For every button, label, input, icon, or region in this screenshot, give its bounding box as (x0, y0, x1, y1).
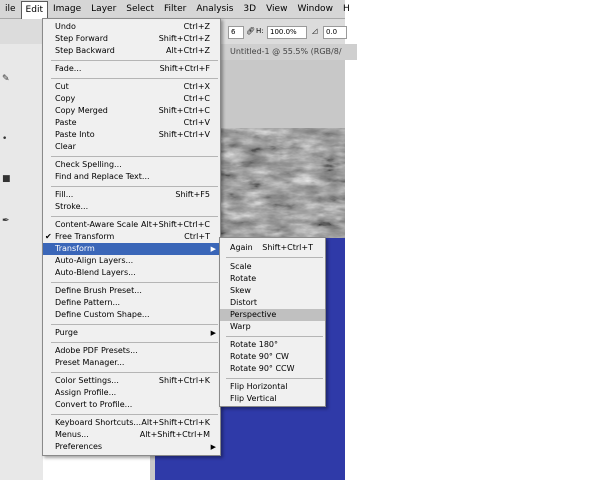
submenu-arrow-icon: ▶ (210, 245, 216, 253)
link-icon[interactable]: 🔗︎ (246, 27, 255, 35)
width-field[interactable]: 6 (228, 26, 244, 39)
menu-separator (51, 156, 218, 157)
menu-separator (51, 414, 218, 415)
menu-item-again[interactable]: Again Shift+Ctrl+T (220, 242, 325, 254)
menu-analysis[interactable]: Analysis (191, 0, 238, 18)
menu-item-rotate-90-ccw[interactable]: Rotate 90° CCW (220, 363, 325, 375)
document-title: Untitled-1 @ 55.5% (RGB/8/ (218, 44, 357, 60)
tools-panel: ✎ • ■ ✒ (0, 44, 43, 480)
menu-item-flip-horizontal[interactable]: Flip Horizontal (220, 381, 325, 393)
menu-item-clear[interactable]: Clear (43, 141, 220, 153)
menu-image[interactable]: Image (48, 0, 86, 18)
texture-layer[interactable] (218, 128, 345, 238)
menu-item-fill[interactable]: Fill... Shift+F5 (43, 189, 220, 201)
menu-item-purge[interactable]: Purge ▶ (43, 327, 220, 339)
menu-window[interactable]: Window (292, 0, 338, 18)
stamp-tool-icon[interactable]: • (2, 134, 7, 144)
menu-help[interactable]: H (338, 0, 355, 18)
menu-layer[interactable]: Layer (86, 0, 121, 18)
menu-item-rotate-180[interactable]: Rotate 180° (220, 339, 325, 351)
menu-item-cut[interactable]: Cut Ctrl+X (43, 81, 220, 93)
menu-item-preferences[interactable]: Preferences ▶ (43, 441, 220, 453)
menu-item-menus[interactable]: Menus... Alt+Shift+Ctrl+M (43, 429, 220, 441)
menu-separator (51, 282, 218, 283)
menu-separator (51, 216, 218, 217)
edit-menu: Undo Ctrl+Z Step Forward Shift+Ctrl+Z Step… (42, 18, 221, 456)
menu-separator (226, 336, 323, 337)
menu-item-scale[interactable]: Scale (220, 261, 325, 273)
menu-separator (51, 78, 218, 79)
menu-item-paste-into[interactable]: Paste Into Shift+Ctrl+V (43, 129, 220, 141)
menu-item-assign-profile[interactable]: Assign Profile... (43, 387, 220, 399)
menu-select[interactable]: Select (121, 0, 159, 18)
eraser-tool-icon[interactable]: ■ (2, 174, 11, 184)
menu-item-define-custom-shape[interactable]: Define Custom Shape... (43, 309, 220, 321)
menu-item-check-spelling[interactable]: Check Spelling... (43, 159, 220, 171)
menu-item-preset-manager[interactable]: Preset Manager... (43, 357, 220, 369)
menu-edit[interactable]: Edit (20, 0, 48, 19)
menu-item-stroke[interactable]: Stroke... (43, 201, 220, 213)
menu-separator (51, 60, 218, 61)
menu-item-rotate-90-cw[interactable]: Rotate 90° CW (220, 351, 325, 363)
menu-item-adobe-pdf-presets[interactable]: Adobe PDF Presets... (43, 345, 220, 357)
menu-separator (51, 324, 218, 325)
menu-filter[interactable]: Filter (159, 0, 191, 18)
menu-file[interactable]: ile (0, 0, 21, 18)
menu-item-perspective[interactable]: Perspective (220, 309, 325, 321)
submenu-arrow-icon: ▶ (210, 443, 216, 451)
menu-item-distort[interactable]: Distort (220, 297, 325, 309)
menu-bar: ile Edit Image Layer Select Filter Analy… (0, 0, 350, 19)
menu-item-auto-blend-layers[interactable]: Auto-Blend Layers... (43, 267, 220, 279)
menu-item-undo[interactable]: Undo Ctrl+Z (43, 21, 220, 33)
menu-item-skew[interactable]: Skew (220, 285, 325, 297)
menu-item-fade[interactable]: Fade... Shift+Ctrl+F (43, 63, 220, 75)
menu-separator (51, 186, 218, 187)
menu-item-copy[interactable]: Copy Ctrl+C (43, 93, 220, 105)
menu-item-find-replace[interactable]: Find and Replace Text... (43, 171, 220, 183)
menu-item-content-aware-scale[interactable]: Content-Aware Scale Alt+Shift+Ctrl+C (43, 219, 220, 231)
angle-field[interactable]: 0.0 (323, 26, 347, 39)
menu-item-rotate[interactable]: Rotate (220, 273, 325, 285)
transform-submenu: Again Shift+Ctrl+T Scale Rotate Skew Dist… (219, 237, 326, 407)
menu-separator (51, 372, 218, 373)
menu-item-define-pattern[interactable]: Define Pattern... (43, 297, 220, 309)
pen-tool-icon[interactable]: ✒ (2, 216, 10, 226)
menu-item-step-forward[interactable]: Step Forward Shift+Ctrl+Z (43, 33, 220, 45)
menu-item-free-transform[interactable]: ✔ Free Transform Ctrl+T (43, 231, 220, 243)
menu-item-transform[interactable]: Transform ▶ (43, 243, 220, 255)
brush-tool-icon[interactable]: ✎ (2, 74, 10, 84)
menu-item-warp[interactable]: Warp (220, 321, 325, 333)
menu-item-define-brush-preset[interactable]: Define Brush Preset... (43, 285, 220, 297)
menu-view[interactable]: View (261, 0, 292, 18)
menu-separator (226, 378, 323, 379)
menu-item-keyboard-shortcuts[interactable]: Keyboard Shortcuts... Alt+Shift+Ctrl+K (43, 417, 220, 429)
height-field[interactable]: 100.0% (267, 26, 307, 39)
menu-item-paste[interactable]: Paste Ctrl+V (43, 117, 220, 129)
angle-icon: ◿ (312, 27, 318, 35)
submenu-arrow-icon: ▶ (210, 329, 216, 337)
menu-item-flip-vertical[interactable]: Flip Vertical (220, 393, 325, 405)
height-label: H: (256, 27, 264, 35)
menu-item-auto-align-layers[interactable]: Auto-Align Layers... (43, 255, 220, 267)
menu-separator (51, 342, 218, 343)
menu-separator (226, 257, 323, 258)
menu-item-convert-to-profile[interactable]: Convert to Profile... (43, 399, 220, 411)
checkmark-icon: ✔ (45, 232, 52, 241)
menu-item-step-backward[interactable]: Step Backward Alt+Ctrl+Z (43, 45, 220, 57)
menu-item-copy-merged[interactable]: Copy Merged Shift+Ctrl+C (43, 105, 220, 117)
menu-item-color-settings[interactable]: Color Settings... Shift+Ctrl+K (43, 375, 220, 387)
menu-3d[interactable]: 3D (238, 0, 261, 18)
